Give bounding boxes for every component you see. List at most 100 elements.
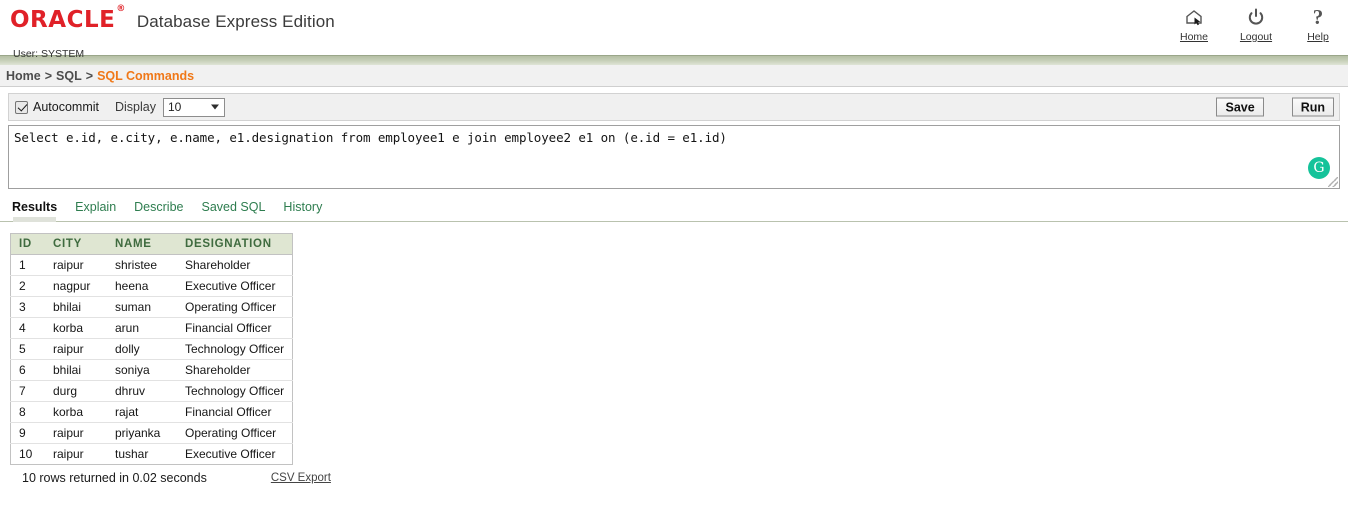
cell-id: 7	[10, 380, 45, 402]
cell-city: korba	[45, 317, 107, 339]
cell-designation: Operating Officer	[177, 422, 293, 444]
column-header-designation[interactable]: DESIGNATION	[177, 233, 293, 255]
save-button[interactable]: Save	[1216, 97, 1264, 117]
cell-city: raipur	[53, 447, 84, 461]
sql-toolbar: Autocommit Display 10 Save Run	[8, 93, 1340, 121]
cell-designation: Financial Officer	[177, 401, 293, 423]
cell-designation: Shareholder	[177, 254, 293, 276]
cell-designation: Executive Officer	[177, 275, 293, 297]
cell-city: korba	[45, 401, 107, 423]
product-name: Database Express Edition	[136, 12, 335, 31]
question-mark-icon: ?	[1312, 4, 1324, 29]
nav-item-help[interactable]: ? Help	[1296, 4, 1340, 43]
cell-id: 2	[10, 275, 45, 297]
results-footer: 10 rows returned in 0.02 seconds CSV Exp…	[22, 471, 1348, 485]
breadcrumb-separator: >	[44, 68, 53, 83]
column-header-name[interactable]: NAME	[107, 233, 177, 255]
cell-city: durg	[45, 380, 107, 402]
table-row: 4 korba arun Financial Officer	[10, 317, 293, 339]
breadcrumb-item-sql-commands: SQL Commands	[97, 68, 195, 83]
cell-city: nagpur	[45, 275, 107, 297]
sql-editor-text[interactable]: Select e.id, e.city, e.name, e1.designat…	[9, 126, 1339, 149]
breadcrumb-item-sql[interactable]: SQL	[56, 69, 82, 83]
cell-city: raipur	[45, 254, 107, 276]
table-header-row: ID CITY NAME DESIGNATION	[10, 233, 293, 255]
breadcrumb-separator: >	[85, 68, 94, 83]
grammarly-icon[interactable]: G	[1308, 157, 1330, 179]
autocommit-checkbox[interactable]	[15, 100, 28, 114]
nav-item-logout[interactable]: Logout	[1234, 4, 1278, 43]
display-rows-select[interactable]: 10	[163, 97, 225, 117]
home-icon	[1172, 4, 1216, 30]
cell-city: bhilai	[45, 359, 107, 381]
cell-designation: Technology Officer	[177, 338, 293, 360]
tab-saved-sql[interactable]: Saved SQL	[201, 200, 265, 218]
tab-describe[interactable]: Describe	[134, 200, 183, 218]
result-tabs: Results Explain Describe Saved SQL Histo…	[12, 198, 1348, 222]
run-button[interactable]: Run	[1291, 97, 1334, 117]
nav-item-help-label: Help	[1307, 31, 1329, 43]
cell-id: 10	[19, 447, 33, 461]
table-row: 7 durg dhruv Technology Officer	[10, 380, 293, 402]
results-panel: ID CITY NAME DESIGNATION 1 raipur shrist…	[10, 233, 1348, 485]
breadcrumb-item-home[interactable]: Home	[6, 69, 41, 83]
autocommit-label: Autocommit	[33, 100, 99, 114]
display-label: Display	[115, 100, 156, 114]
cell-name: dolly	[107, 338, 177, 360]
table-row: 9 raipur priyanka Operating Officer	[10, 422, 293, 444]
registered-mark-icon: ®	[116, 4, 126, 15]
cell-name: suman	[107, 296, 177, 318]
tab-history[interactable]: History	[283, 200, 322, 218]
cell-id: 1	[10, 254, 45, 276]
display-rows-value: 10	[168, 100, 182, 114]
column-header-id[interactable]: ID	[10, 233, 45, 255]
cell-id: 5	[10, 338, 45, 360]
cell-designation: Shareholder	[177, 359, 293, 381]
cell-city: raipur	[45, 338, 107, 360]
current-user-label: User: SYSTEM	[13, 48, 85, 60]
table-row: 2 nagpur heena Executive Officer	[10, 275, 293, 297]
tab-divider	[0, 221, 1348, 222]
nav-item-logout-label: Logout	[1239, 31, 1273, 43]
results-table-body: 1 raipur shristee Shareholder 2 nagpur h…	[10, 254, 293, 465]
cell-city: bhilai	[45, 296, 107, 318]
editor-resize-handle[interactable]	[1328, 177, 1338, 187]
table-row: 6 bhilai soniya Shareholder	[10, 359, 293, 381]
cell-name: tushar	[115, 447, 149, 461]
csv-export-link[interactable]: CSV Export	[271, 472, 331, 484]
cell-id: 6	[10, 359, 45, 381]
rows-returned-status: 10 rows returned in 0.02 seconds	[22, 471, 207, 485]
cell-id: 3	[10, 296, 45, 318]
cell-designation: Executive Officer	[185, 447, 276, 461]
cell-name: dhruv	[107, 380, 177, 402]
sql-editor[interactable]: Select e.id, e.city, e.name, e1.designat…	[8, 125, 1340, 189]
tab-results[interactable]: Results	[12, 200, 57, 222]
cell-name: arun	[107, 317, 177, 339]
cell-city: raipur	[45, 422, 107, 444]
table-row: 5 raipur dolly Technology Officer	[10, 338, 293, 360]
cell-id: 8	[10, 401, 45, 423]
toolbar-actions: Save Run	[1216, 97, 1334, 117]
app-header: ORACLE® Database Express Edition User: S…	[0, 0, 1348, 60]
power-icon	[1234, 4, 1278, 30]
cell-name: heena	[107, 275, 177, 297]
cell-name: rajat	[107, 401, 177, 423]
table-row: 8 korba rajat Financial Officer	[10, 401, 293, 423]
cell-designation: Operating Officer	[177, 296, 293, 318]
results-table: ID CITY NAME DESIGNATION 1 raipur shrist…	[10, 233, 294, 465]
top-navigation: Home Logout ? Help	[1172, 4, 1340, 43]
column-header-city[interactable]: CITY	[45, 233, 107, 255]
table-row: 1 raipur shristee Shareholder	[10, 254, 293, 276]
cell-name: priyanka	[107, 422, 177, 444]
nav-item-home-label: Home	[1179, 31, 1208, 43]
table-row: 3 bhilai suman Operating Officer	[10, 296, 293, 318]
cell-designation: Technology Officer	[177, 380, 293, 402]
tab-explain[interactable]: Explain	[75, 200, 116, 218]
nav-item-home[interactable]: Home	[1172, 4, 1216, 43]
cell-name: shristee	[107, 254, 177, 276]
cell-id: 4	[10, 317, 45, 339]
breadcrumb-top-strip	[0, 55, 1348, 65]
autocommit-control[interactable]: Autocommit	[15, 100, 99, 114]
cell-designation: Financial Officer	[177, 317, 293, 339]
breadcrumb: Home > SQL > SQL Commands	[0, 65, 1348, 87]
